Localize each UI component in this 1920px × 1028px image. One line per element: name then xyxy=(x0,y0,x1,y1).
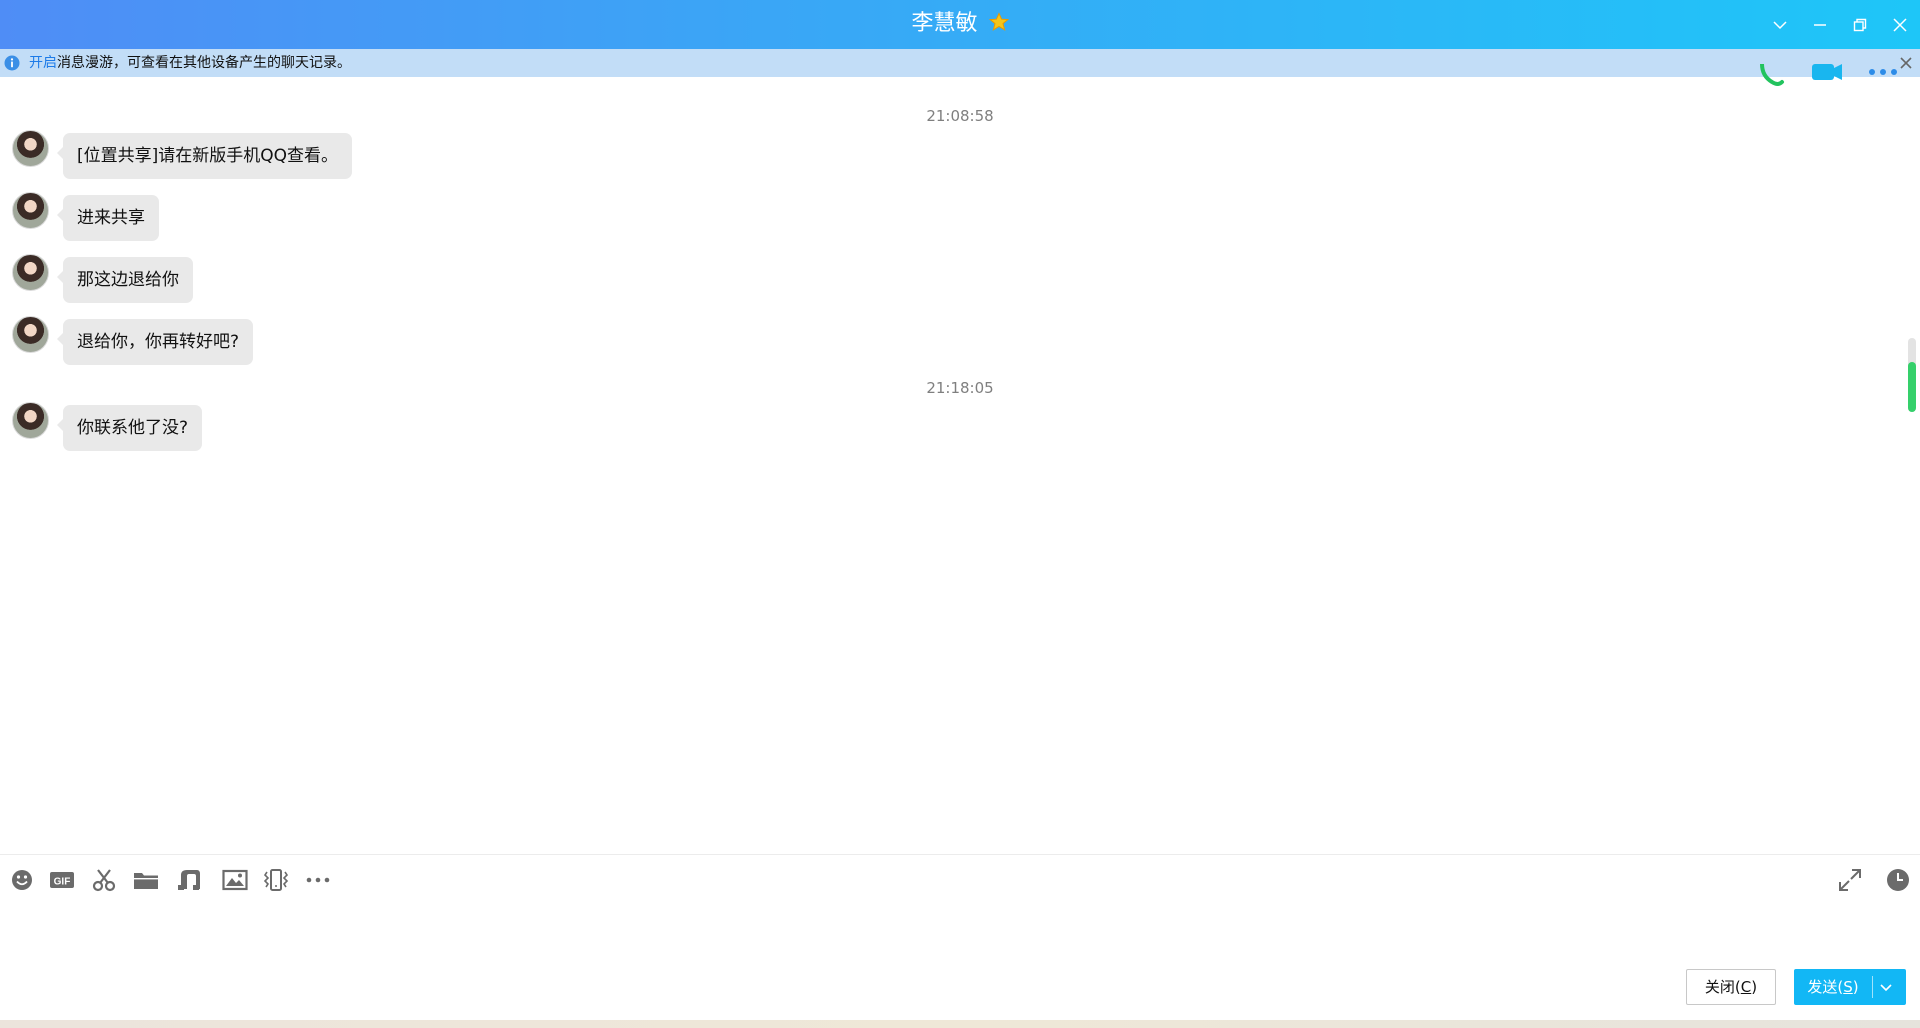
contact-name[interactable]: 李慧敏 xyxy=(911,11,977,36)
restore-icon xyxy=(1853,18,1867,31)
close-notice-icon[interactable] xyxy=(1898,55,1914,71)
enable-roaming-link[interactable]: 开启 xyxy=(29,55,57,71)
send-label-text: 发送( xyxy=(1807,978,1844,996)
input-divider xyxy=(0,854,1920,855)
chat-window: 李慧敏 开启消息漫游，可查看在其他设备产生的聊天记录。 21:08:58 [位置… xyxy=(0,0,1920,1028)
title-bar: 李慧敏 xyxy=(0,0,1920,49)
close-window-button[interactable] xyxy=(1880,0,1920,49)
scissors-icon xyxy=(92,869,116,892)
send-button-label: 发送(S) xyxy=(1794,969,1872,1005)
message-bubble[interactable]: 那这边退给你 xyxy=(57,257,193,303)
chevron-down-icon xyxy=(1773,20,1787,29)
message-item: 你联系他了没? xyxy=(12,402,203,451)
more-icon xyxy=(306,877,330,883)
history-icon xyxy=(1887,869,1909,891)
message-bubble[interactable]: [位置共享]请在新版手机QQ查看。 xyxy=(56,133,353,179)
info-icon xyxy=(4,55,20,71)
close-icon xyxy=(1893,17,1907,32)
more-tools-button[interactable] xyxy=(304,866,332,894)
scrollbar-thumb[interactable] xyxy=(1908,362,1916,412)
message-scrollbar[interactable] xyxy=(1908,338,1916,412)
send-options-chevron-icon[interactable] xyxy=(1878,979,1894,995)
roaming-notice: 开启消息漫游，可查看在其他设备产生的聊天记录。 xyxy=(0,49,1920,77)
close-shortcut-key: C xyxy=(1740,978,1752,996)
send-button[interactable]: 发送(S) xyxy=(1794,969,1906,1005)
file-button[interactable] xyxy=(132,866,160,894)
star-icon xyxy=(988,12,1009,31)
input-toolbar: GIF xyxy=(0,864,1920,896)
expand-input-button[interactable] xyxy=(1836,866,1864,894)
message-item: 进来共享 xyxy=(12,192,159,241)
image-icon xyxy=(222,869,248,891)
message-item: 那这边退给你 xyxy=(12,254,193,303)
window-controls xyxy=(1760,0,1920,49)
close-button-label: 关闭( xyxy=(1704,978,1741,996)
gif-icon: GIF xyxy=(50,872,74,888)
image-button[interactable] xyxy=(221,866,249,894)
emoji-icon xyxy=(12,870,32,890)
dropdown-button[interactable] xyxy=(1760,0,1800,49)
history-button[interactable] xyxy=(1884,866,1912,894)
gif-button[interactable]: GIF xyxy=(48,866,76,894)
message-bubble[interactable]: 进来共享 xyxy=(57,195,159,241)
send-shortcut-key: S xyxy=(1843,978,1853,996)
expand-icon xyxy=(1839,869,1861,891)
timestamp: 21:08:58 xyxy=(926,107,994,125)
screenshot-button[interactable] xyxy=(90,866,118,894)
avatar[interactable] xyxy=(12,130,49,167)
shake-icon xyxy=(263,869,289,891)
message-bubble[interactable]: 你联系他了没? xyxy=(56,405,203,451)
avatar[interactable] xyxy=(12,192,49,229)
minimize-button[interactable] xyxy=(1800,0,1840,49)
close-button-end: ) xyxy=(1751,978,1758,996)
chat-title: 李慧敏 xyxy=(0,9,1920,39)
restore-button[interactable] xyxy=(1840,0,1880,49)
music-icon xyxy=(178,870,200,890)
message-bubble[interactable]: 退给你，你再转好吧? xyxy=(56,319,254,365)
shake-button[interactable] xyxy=(262,866,290,894)
notice-text: 开启消息漫游，可查看在其他设备产生的聊天记录。 xyxy=(29,49,351,77)
emoji-button[interactable] xyxy=(8,866,36,894)
send-label-end: ) xyxy=(1852,978,1859,996)
timestamp: 21:18:05 xyxy=(926,379,994,397)
message-item: 退给你，你再转好吧? xyxy=(12,316,254,365)
close-button[interactable]: 关闭(C) xyxy=(1686,969,1776,1005)
send-separator xyxy=(1872,976,1873,998)
music-button[interactable] xyxy=(176,866,204,894)
minimize-icon xyxy=(1814,23,1826,26)
message-input[interactable] xyxy=(12,905,1908,965)
message-list[interactable]: 21:08:58 [位置共享]请在新版手机QQ查看。 进来共享 那这边退给你 退… xyxy=(0,77,1900,854)
avatar[interactable] xyxy=(12,402,49,439)
svg-text:GIF: GIF xyxy=(54,877,71,888)
message-item: [位置共享]请在新版手机QQ查看。 xyxy=(12,130,353,179)
avatar[interactable] xyxy=(12,254,49,291)
folder-icon xyxy=(134,873,158,889)
bottom-edge xyxy=(0,1020,1920,1028)
notice-message: 消息漫游，可查看在其他设备产生的聊天记录。 xyxy=(57,55,351,71)
avatar[interactable] xyxy=(12,316,49,353)
